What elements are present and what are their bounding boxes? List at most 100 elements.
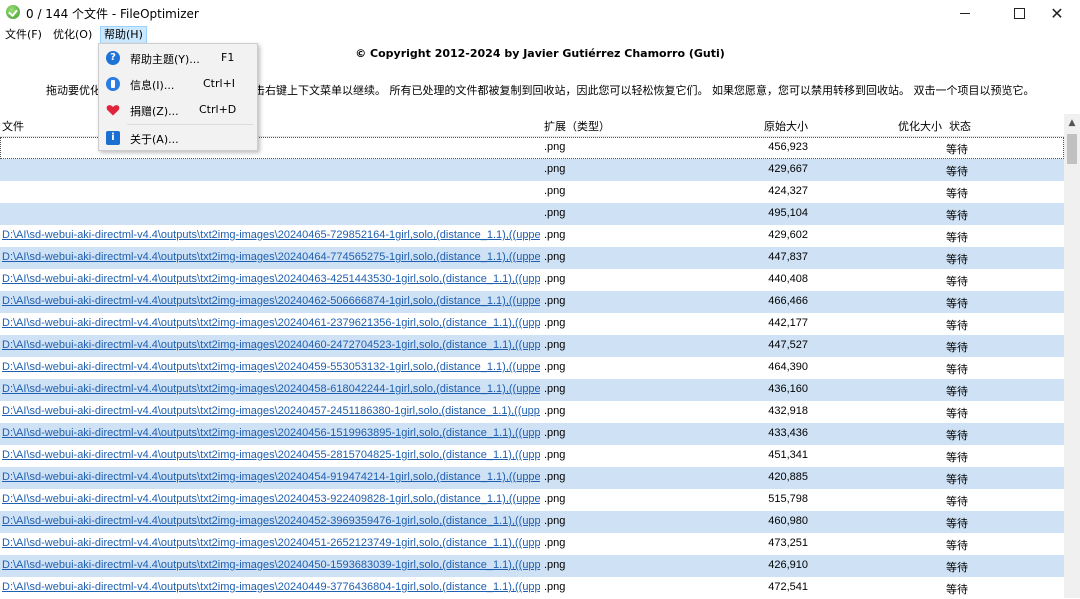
original-size-cell: 429,667: [768, 163, 808, 175]
table-row[interactable]: D:\AI\sd-webui-aki-directml-v4.4\outputs…: [0, 313, 1064, 335]
table-row[interactable]: D:\AI\sd-webui-aki-directml-v4.4\outputs…: [0, 467, 1064, 489]
file-path-cell[interactable]: D:\AI\sd-webui-aki-directml-v4.4\outputs…: [2, 339, 540, 351]
status-cell: 等待: [946, 165, 968, 178]
extension-cell: .png: [544, 273, 566, 285]
status-cell: 等待: [946, 143, 968, 156]
table-row[interactable]: D:\AI\sd-webui-aki-directml-v4.4\outputs…: [0, 291, 1064, 313]
table-row[interactable]: .png 495,104 等待: [0, 203, 1064, 225]
table-row[interactable]: .png 429,667 等待: [0, 159, 1064, 181]
file-path-cell[interactable]: D:\AI\sd-webui-aki-directml-v4.4\outputs…: [2, 405, 540, 417]
table-row[interactable]: D:\AI\sd-webui-aki-directml-v4.4\outputs…: [0, 423, 1064, 445]
file-path-cell[interactable]: D:\AI\sd-webui-aki-directml-v4.4\outputs…: [2, 317, 540, 329]
status-cell: 等待: [946, 275, 968, 288]
file-path-cell[interactable]: D:\AI\sd-webui-aki-directml-v4.4\outputs…: [2, 273, 540, 285]
original-size-cell: 466,466: [768, 295, 808, 307]
file-path-cell[interactable]: D:\AI\sd-webui-aki-directml-v4.4\outputs…: [2, 581, 540, 593]
column-header-extension[interactable]: 扩展（类型）: [544, 118, 610, 134]
extension-cell: .png: [544, 163, 566, 175]
status-cell: 等待: [946, 473, 968, 486]
original-size-cell: 472,541: [768, 581, 808, 593]
window-title: 0 / 144 个文件 - FileOptimizer: [26, 7, 199, 21]
table-row[interactable]: D:\AI\sd-webui-aki-directml-v4.4\outputs…: [0, 401, 1064, 423]
file-path-cell[interactable]: D:\AI\sd-webui-aki-directml-v4.4\outputs…: [2, 537, 540, 549]
file-path-cell[interactable]: D:\AI\sd-webui-aki-directml-v4.4\outputs…: [2, 493, 540, 505]
file-path-cell[interactable]: D:\AI\sd-webui-aki-directml-v4.4\outputs…: [2, 361, 540, 373]
original-size-cell: 495,104: [768, 207, 808, 219]
scroll-thumb[interactable]: [1067, 134, 1077, 164]
menu-item-label: 信息(I)...: [130, 79, 175, 92]
title-bar: 0 / 144 个文件 - FileOptimizer ✕: [0, 0, 1080, 26]
help-menu-item-info[interactable]: 信息(I)... Ctrl+I: [99, 72, 257, 96]
original-size-cell: 424,327: [768, 185, 808, 197]
help-menu-item-topics[interactable]: ? 帮助主题(Y)... F1: [99, 46, 257, 70]
menu-item-label: 关于(A)...: [130, 133, 179, 146]
minimize-button[interactable]: [942, 0, 988, 26]
extension-cell: .png: [544, 383, 566, 395]
table-row[interactable]: .png 424,327 等待: [0, 181, 1064, 203]
original-size-cell: 460,980: [768, 515, 808, 527]
file-path-cell[interactable]: D:\AI\sd-webui-aki-directml-v4.4\outputs…: [2, 449, 540, 461]
file-path-cell[interactable]: D:\AI\sd-webui-aki-directml-v4.4\outputs…: [2, 559, 540, 571]
file-path-cell[interactable]: D:\AI\sd-webui-aki-directml-v4.4\outputs…: [2, 229, 540, 241]
file-path-cell[interactable]: D:\AI\sd-webui-aki-directml-v4.4\outputs…: [2, 295, 540, 307]
table-row[interactable]: D:\AI\sd-webui-aki-directml-v4.4\outputs…: [0, 577, 1064, 599]
close-button[interactable]: ✕: [1034, 0, 1080, 26]
status-cell: 等待: [946, 561, 968, 574]
table-row[interactable]: D:\AI\sd-webui-aki-directml-v4.4\outputs…: [0, 511, 1064, 533]
table-row[interactable]: D:\AI\sd-webui-aki-directml-v4.4\outputs…: [0, 335, 1064, 357]
column-header-file[interactable]: 文件: [2, 118, 24, 134]
file-path-cell[interactable]: D:\AI\sd-webui-aki-directml-v4.4\outputs…: [2, 383, 540, 395]
status-cell: 等待: [946, 429, 968, 442]
menu-help[interactable]: 帮助(H): [100, 26, 147, 44]
table-row[interactable]: D:\AI\sd-webui-aki-directml-v4.4\outputs…: [0, 445, 1064, 467]
table-row[interactable]: D:\AI\sd-webui-aki-directml-v4.4\outputs…: [0, 489, 1064, 511]
column-header-optimized-size[interactable]: 优化大小: [898, 118, 942, 134]
scroll-up-icon[interactable]: ▲: [1064, 118, 1080, 132]
table-row[interactable]: D:\AI\sd-webui-aki-directml-v4.4\outputs…: [0, 555, 1064, 577]
original-size-cell: 429,602: [768, 229, 808, 241]
menu-item-label: 捐赠(Z)...: [130, 105, 179, 118]
original-size-cell: 420,885: [768, 471, 808, 483]
menu-separator: [127, 124, 253, 125]
file-path-cell[interactable]: D:\AI\sd-webui-aki-directml-v4.4\outputs…: [2, 515, 540, 527]
vertical-scrollbar[interactable]: ▲: [1064, 114, 1080, 598]
file-path-cell[interactable]: D:\AI\sd-webui-aki-directml-v4.4\outputs…: [2, 251, 540, 263]
status-cell: 等待: [946, 517, 968, 530]
status-cell: 等待: [946, 495, 968, 508]
menu-item-shortcut: F1: [221, 51, 235, 64]
column-header-original-size[interactable]: 原始大小: [764, 118, 808, 134]
table-row[interactable]: D:\AI\sd-webui-aki-directml-v4.4\outputs…: [0, 247, 1064, 269]
extension-cell: .png: [544, 207, 566, 219]
info-icon: [106, 77, 120, 91]
file-path-cell[interactable]: D:\AI\sd-webui-aki-directml-v4.4\outputs…: [2, 471, 540, 483]
maximize-icon: [1013, 7, 1025, 19]
menu-optimize[interactable]: 优化(O): [50, 27, 95, 43]
help-menu-item-about[interactable]: i 关于(A)...: [99, 126, 257, 150]
table-row[interactable]: D:\AI\sd-webui-aki-directml-v4.4\outputs…: [0, 357, 1064, 379]
extension-cell: .png: [544, 537, 566, 549]
original-size-cell: 447,837: [768, 251, 808, 263]
extension-cell: .png: [544, 405, 566, 417]
extension-cell: .png: [544, 581, 566, 593]
instruction-text-left: 拖动要优化: [46, 84, 101, 97]
file-path-cell[interactable]: D:\AI\sd-webui-aki-directml-v4.4\outputs…: [2, 427, 540, 439]
menu-file[interactable]: 文件(F): [2, 27, 45, 43]
original-size-cell: 432,918: [768, 405, 808, 417]
original-size-cell: 442,177: [768, 317, 808, 329]
status-cell: 等待: [946, 297, 968, 310]
table-row[interactable]: D:\AI\sd-webui-aki-directml-v4.4\outputs…: [0, 379, 1064, 401]
original-size-cell: 440,408: [768, 273, 808, 285]
file-list: .png 456,923 等待 .png 429,667 等待 .png 424,327 等待.…: [0, 137, 1064, 599]
help-menu-item-donate[interactable]: 捐赠(Z)... Ctrl+D: [99, 98, 257, 122]
original-size-cell: 473,251: [768, 537, 808, 549]
table-row[interactable]: D:\AI\sd-webui-aki-directml-v4.4\outputs…: [0, 225, 1064, 247]
column-header-status[interactable]: 状态: [949, 118, 971, 134]
extension-cell: .png: [544, 141, 566, 153]
app-icon: [6, 5, 20, 19]
status-cell: 等待: [946, 385, 968, 398]
table-row[interactable]: D:\AI\sd-webui-aki-directml-v4.4\outputs…: [0, 533, 1064, 555]
table-row[interactable]: D:\AI\sd-webui-aki-directml-v4.4\outputs…: [0, 269, 1064, 291]
extension-cell: .png: [544, 427, 566, 439]
menu-item-label: 帮助主题(Y)...: [130, 53, 200, 66]
original-size-cell: 436,160: [768, 383, 808, 395]
